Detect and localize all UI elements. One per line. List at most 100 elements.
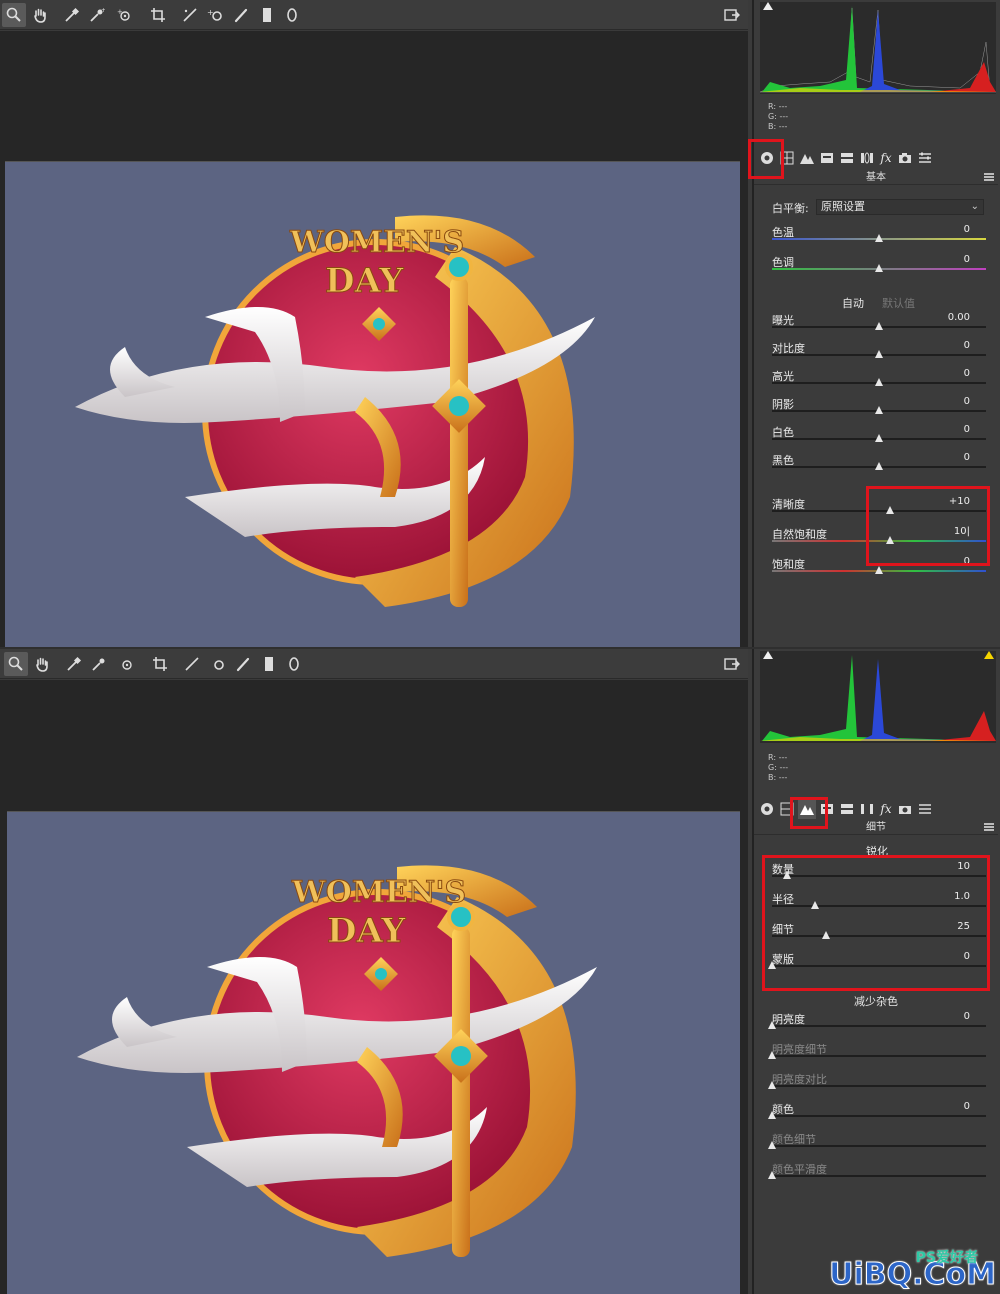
tab-split-toning-icon[interactable]	[838, 148, 856, 168]
slider-value-field[interactable]: 0	[940, 254, 970, 265]
slider-value-field[interactable]: 0	[940, 1101, 970, 1112]
tab-lens-icon[interactable]	[858, 799, 876, 819]
slider-thumb[interactable]	[782, 871, 791, 879]
targeted-adjustment-icon[interactable]: +	[112, 3, 136, 27]
graduated-filter-icon[interactable]	[257, 652, 281, 676]
tab-hsl-icon[interactable]	[818, 148, 836, 168]
zoom-icon[interactable]	[4, 652, 28, 676]
slider-value-field[interactable]: 25	[940, 921, 970, 932]
color-sampler-icon[interactable]: +	[85, 3, 109, 27]
open-image-icon[interactable]	[720, 652, 744, 676]
adjustment-brush-icon[interactable]	[229, 3, 253, 27]
tab-tone-curve-icon[interactable]	[778, 148, 796, 168]
tab-basic-icon[interactable]	[758, 148, 776, 168]
slider-value-field[interactable]: +10	[940, 496, 970, 507]
slider-value-field[interactable]: 0	[940, 396, 970, 407]
tab-detail-icon[interactable]	[798, 799, 816, 819]
default-button[interactable]: 默认值	[882, 295, 915, 311]
slider-value-field[interactable]: 0	[940, 556, 970, 567]
tab-camera-calibration-icon[interactable]	[896, 148, 914, 168]
slider-value-field[interactable]: 0	[940, 224, 970, 235]
slider-track[interactable]	[772, 510, 986, 512]
spot-removal-icon[interactable]	[205, 652, 229, 676]
tab-camera-calibration-icon[interactable]	[896, 799, 914, 819]
slider-value-field[interactable]: 10|	[940, 526, 970, 537]
tab-presets-icon[interactable]	[916, 148, 934, 168]
zoom-icon[interactable]	[2, 3, 26, 27]
spot-removal-icon[interactable]: +	[203, 3, 227, 27]
slider-thumb[interactable]	[875, 434, 883, 442]
tab-detail-icon[interactable]	[798, 148, 816, 168]
hand-icon[interactable]	[28, 3, 52, 27]
crop-icon[interactable]	[148, 652, 172, 676]
crop-icon[interactable]	[146, 3, 170, 27]
slider-track[interactable]	[772, 965, 986, 967]
slider-thumb[interactable]	[875, 264, 883, 272]
tab-basic-icon[interactable]	[758, 799, 776, 819]
radial-filter-icon[interactable]	[280, 3, 304, 27]
slider-value-field[interactable]: 1.0	[940, 891, 970, 902]
slider-thumb[interactable]	[768, 961, 776, 969]
slider-track[interactable]	[772, 1055, 986, 1057]
shadow-clipping-warning-icon[interactable]	[763, 651, 773, 659]
slider-value-field[interactable]: 0	[940, 1011, 970, 1022]
tab-effects-icon[interactable]: fx	[877, 799, 895, 819]
slider-track[interactable]	[772, 1115, 986, 1117]
white-balance-select[interactable]: 原照设置 ⌄	[816, 199, 984, 215]
slider-value-field[interactable]: 0.00	[940, 312, 970, 323]
slider-thumb[interactable]	[875, 406, 883, 414]
panel-menu-icon[interactable]	[984, 823, 994, 831]
slider-thumb[interactable]	[768, 1171, 776, 1179]
slider-track[interactable]	[772, 1175, 986, 1177]
targeted-adjustment-icon[interactable]	[114, 652, 138, 676]
slider-thumb[interactable]	[768, 1111, 776, 1119]
slider-track[interactable]	[772, 905, 986, 907]
slider-thumb[interactable]	[768, 1051, 776, 1059]
slider-thumb[interactable]	[885, 536, 894, 544]
radial-filter-icon[interactable]	[282, 652, 306, 676]
slider-thumb[interactable]	[875, 378, 883, 386]
highlight-clipping-warning-icon[interactable]	[984, 651, 994, 659]
tab-lens-icon[interactable]	[858, 148, 876, 168]
slider-value-field[interactable]: 0	[940, 452, 970, 463]
tab-effects-icon[interactable]: fx	[877, 148, 895, 168]
slider-thumb[interactable]	[875, 566, 883, 574]
slider-thumb[interactable]	[768, 1141, 776, 1149]
white-balance-icon[interactable]	[60, 3, 84, 27]
slider-thumb[interactable]	[875, 234, 883, 242]
slider-thumb[interactable]	[768, 1021, 776, 1029]
graduated-filter-icon[interactable]	[255, 3, 279, 27]
hand-icon[interactable]	[30, 652, 54, 676]
slider-value-field[interactable]: 0	[940, 368, 970, 379]
tab-hsl-icon[interactable]	[818, 799, 836, 819]
slider-thumb[interactable]	[810, 901, 819, 909]
slider-value-field[interactable]: 0	[940, 424, 970, 435]
auto-button[interactable]: 自动	[842, 295, 864, 311]
tab-presets-icon[interactable]	[916, 799, 934, 819]
preview-area[interactable]: WOMEN'S DAY	[0, 680, 748, 1294]
straighten-icon[interactable]	[178, 3, 202, 27]
slider-thumb[interactable]	[875, 322, 883, 330]
white-balance-icon[interactable]	[62, 652, 86, 676]
slider-track[interactable]	[772, 1025, 986, 1027]
slider-value-field[interactable]: 10	[940, 861, 970, 872]
straighten-icon[interactable]	[180, 652, 204, 676]
slider-track[interactable]	[772, 1145, 986, 1147]
open-image-icon[interactable]	[720, 3, 744, 27]
color-sampler-icon[interactable]	[87, 652, 111, 676]
slider-track[interactable]	[772, 1085, 986, 1087]
preview-area[interactable]: WOMEN'S DAY	[0, 31, 748, 647]
slider-track[interactable]	[772, 540, 986, 542]
adjustment-brush-icon[interactable]	[231, 652, 255, 676]
slider-thumb[interactable]	[875, 350, 883, 358]
slider-thumb[interactable]	[768, 1081, 776, 1089]
slider-track[interactable]	[772, 875, 986, 877]
slider-value-field[interactable]: 0	[940, 951, 970, 962]
panel-menu-icon[interactable]	[984, 173, 994, 181]
slider-thumb[interactable]	[885, 506, 894, 514]
tab-split-toning-icon[interactable]	[838, 799, 856, 819]
slider-thumb[interactable]	[821, 931, 830, 939]
shadow-clipping-warning-icon[interactable]	[763, 2, 773, 10]
slider-track[interactable]	[772, 935, 986, 937]
tab-tone-curve-icon[interactable]	[778, 799, 796, 819]
